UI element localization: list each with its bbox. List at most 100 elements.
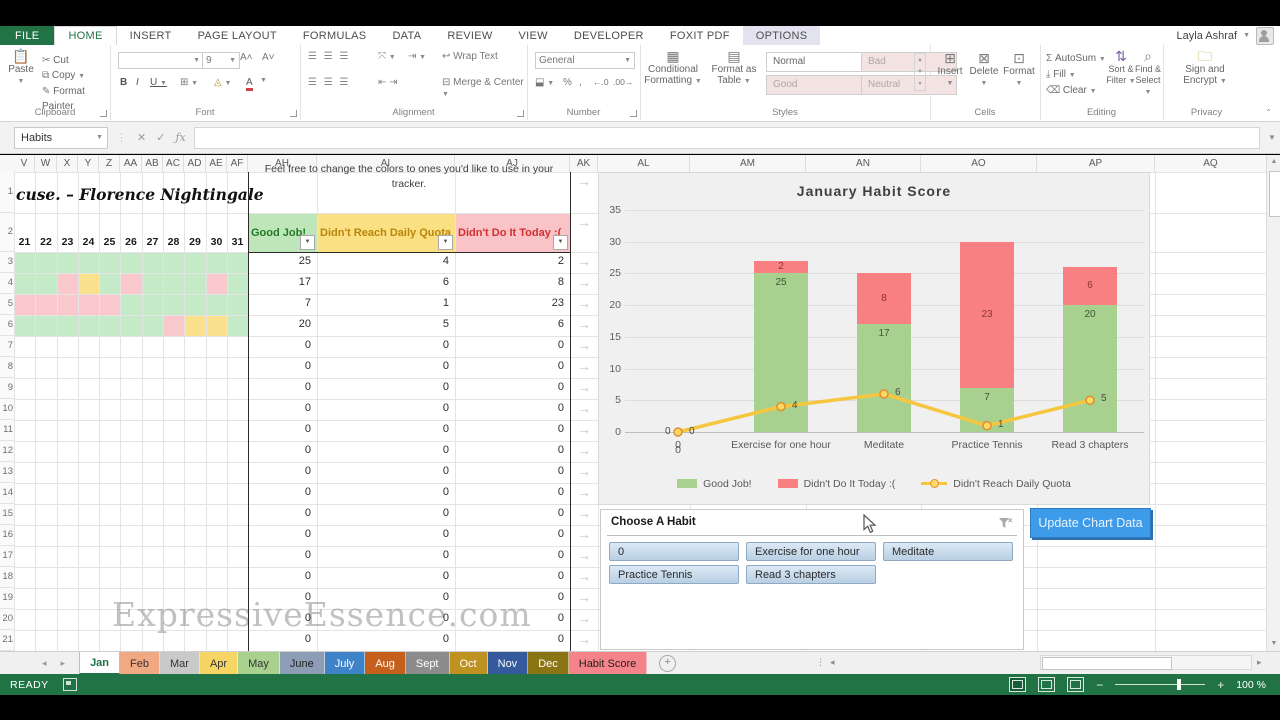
habit-slicer[interactable]: Choose A Habit 0Exercise for one hourMed… [600, 509, 1024, 650]
slicer-item[interactable]: Practice Tennis [609, 565, 739, 584]
column-header-AC[interactable]: AC [163, 155, 184, 172]
slicer-item[interactable]: Meditate [883, 542, 1013, 561]
sheet-tab-nov[interactable]: Nov [488, 652, 529, 675]
font-color-button[interactable]: A [246, 77, 253, 91]
clear-filter-icon[interactable] [998, 516, 1013, 531]
column-header-AK[interactable]: AK [570, 155, 598, 172]
clipboard-dialog-launcher[interactable] [100, 110, 107, 117]
row-header-4[interactable]: 4 [0, 273, 15, 294]
increase-decimal-button[interactable]: ←.0 [593, 77, 609, 87]
alignment-dialog-launcher[interactable] [517, 110, 524, 117]
row-header-1[interactable]: 1 [0, 172, 15, 213]
shrink-font-button[interactable]: A˅ [262, 52, 275, 63]
indent-buttons[interactable]: ⇤ ⇥ [378, 77, 398, 88]
delete-cells-button[interactable]: ⊠Delete▼ [968, 53, 1000, 89]
conditional-formatting-button[interactable]: ▦ Conditional Formatting ▼ [642, 51, 704, 87]
style-good[interactable]: Good [766, 75, 862, 95]
autosum-button[interactable]: Σ AutoSum ▼ [1046, 51, 1106, 67]
hscroll-right-arrow[interactable]: ▸ [1257, 657, 1262, 668]
font-size-combo[interactable]: 9▼ [202, 52, 240, 69]
sheet-tab-apr[interactable]: Apr [200, 652, 238, 675]
styles-gallery-scroll[interactable]: ▲▼▾ [914, 53, 926, 91]
macro-record-icon[interactable] [63, 678, 77, 691]
worksheet[interactable]: VWXYZAAABACADAEAFAHAIAJAKALAMANAOAPAQ 12… [0, 155, 1266, 651]
insert-function-button[interactable]: ƒx [175, 131, 185, 144]
column-header-AD[interactable]: AD [184, 155, 206, 172]
slicer-item[interactable]: 0 [609, 542, 739, 561]
font-dialog-launcher[interactable] [290, 110, 297, 117]
style-normal[interactable]: Normal [766, 52, 862, 72]
column-header-X[interactable]: X [57, 155, 78, 172]
accounting-format-button[interactable]: ⬓ ▼ [535, 77, 554, 88]
column-header-AL[interactable]: AL [598, 155, 690, 172]
copy-button[interactable]: ⧉ Copy ▼ [42, 68, 110, 84]
row-header-8[interactable]: 8 [0, 357, 15, 378]
row-header-20[interactable]: 20 [0, 609, 15, 630]
grow-font-button[interactable]: A˄ [240, 52, 253, 63]
filter-dropdown-button[interactable]: ▼ [300, 235, 315, 250]
habit-chart[interactable]: January Habit Score 0510152025303500252E… [598, 172, 1150, 505]
normal-view-button[interactable] [1009, 677, 1026, 692]
zoom-in-button[interactable]: + [1217, 678, 1224, 692]
tab-options[interactable]: OPTIONS [743, 26, 821, 45]
direction-button[interactable]: ⇥ ▼ [408, 51, 426, 62]
sheet-tab-feb[interactable]: Feb [120, 652, 160, 675]
row-header-21[interactable]: 21 [0, 630, 15, 651]
name-box[interactable]: Habits▼ [14, 127, 108, 149]
format-cells-button[interactable]: ⊡Format▼ [1002, 53, 1036, 89]
font-name-combo[interactable]: ▼ [118, 52, 204, 69]
row-header-13[interactable]: 13 [0, 462, 15, 483]
paste-button[interactable]: 📋 Paste▼ [4, 51, 38, 87]
column-header-AP[interactable]: AP [1037, 155, 1155, 172]
column-header-V[interactable]: V [14, 155, 35, 172]
find-select-button[interactable]: ⌕Find & Select ▼ [1134, 51, 1162, 98]
row-header-5[interactable]: 5 [0, 294, 15, 315]
row-header-16[interactable]: 16 [0, 525, 15, 546]
vertical-scrollbar[interactable]: ▲ ▼ [1266, 155, 1280, 651]
sheet-tab-jan[interactable]: Jan [79, 652, 120, 675]
horizontal-scrollbar[interactable] [1040, 655, 1252, 670]
enter-formula-button[interactable]: ✓ [156, 131, 165, 144]
sheet-tab-dec[interactable]: Dec [528, 652, 569, 675]
sheet-tab-mar[interactable]: Mar [160, 652, 200, 675]
orientation-button[interactable]: ⤧ ▼ [378, 51, 396, 62]
tab-view[interactable]: VIEW [506, 26, 561, 45]
sheet-tab-habit-score[interactable]: Habit Score [569, 652, 647, 675]
update-chart-data-button[interactable]: Update Chart Data [1030, 508, 1151, 538]
column-header-AE[interactable]: AE [206, 155, 227, 172]
column-header-W[interactable]: W [35, 155, 57, 172]
comma-button[interactable]: , [579, 77, 582, 88]
sheet-tab-july[interactable]: July [325, 652, 366, 675]
column-header-Z[interactable]: Z [99, 155, 120, 172]
borders-button[interactable]: ⊞ ▼ [180, 77, 198, 88]
clear-button[interactable]: ⌫ Clear ▼ [1046, 83, 1106, 99]
sign-encrypt-button[interactable]: 🗀 Sign and Encrypt ▼ [1175, 51, 1235, 87]
scroll-up-arrow[interactable]: ▲ [1267, 155, 1280, 169]
zoom-slider-thumb[interactable] [1177, 679, 1181, 690]
number-format-combo[interactable]: General▼ [535, 52, 635, 69]
vertical-scroll-thumb[interactable] [1269, 171, 1280, 217]
column-header-Y[interactable]: Y [78, 155, 99, 172]
tab-file[interactable]: FILE [0, 26, 54, 45]
tab-review[interactable]: REVIEW [434, 26, 505, 45]
filter-dropdown-button[interactable]: ▼ [553, 235, 568, 250]
tab-developer[interactable]: DEVELOPER [561, 26, 657, 45]
column-header-AF[interactable]: AF [227, 155, 248, 172]
bold-button[interactable]: B [120, 77, 127, 88]
vertical-align-buttons[interactable]: ☰ ☰ ☰ [308, 51, 350, 62]
row-header-12[interactable]: 12 [0, 441, 15, 462]
row-header-2[interactable]: 2 [0, 213, 15, 252]
row-header-10[interactable]: 10 [0, 399, 15, 420]
sort-filter-button[interactable]: ⇅Sort & Filter ▼ [1106, 51, 1136, 87]
percent-button[interactable]: % [563, 77, 572, 88]
row-header-9[interactable]: 9 [0, 378, 15, 399]
merge-center-button[interactable]: ⊟ Merge & Center ▼ [442, 77, 527, 99]
column-header-AA[interactable]: AA [120, 155, 142, 172]
formula-input[interactable] [194, 127, 1260, 149]
slicer-item[interactable]: Exercise for one hour [746, 542, 876, 561]
sheet-tab-oct[interactable]: Oct [450, 652, 488, 675]
tab-page-layout[interactable]: PAGE LAYOUT [185, 26, 290, 45]
cancel-formula-button[interactable]: ✕ [137, 131, 146, 144]
formula-bar-expand[interactable]: ▼ [1264, 133, 1280, 142]
tab-home[interactable]: HOME [54, 26, 116, 45]
